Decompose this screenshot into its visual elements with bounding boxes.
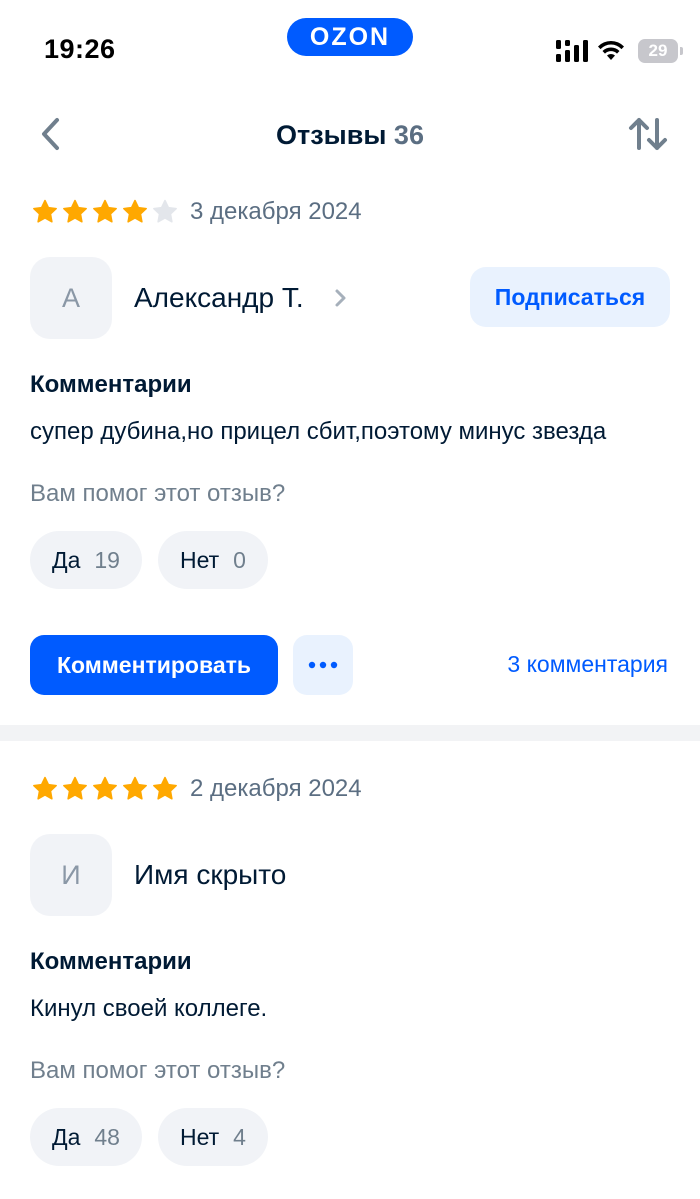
page-title-text: Отзывы: [276, 120, 387, 150]
author-name[interactable]: Александр Т.: [134, 282, 304, 314]
rating-row: 3 декабря 2024: [32, 197, 362, 227]
battery-tip: [680, 47, 683, 55]
author-name: Имя скрыто: [134, 859, 287, 890]
vote-yes-label: Да: [52, 546, 81, 573]
ozon-logo[interactable]: OZON: [287, 18, 413, 56]
vote-yes-button[interactable]: Да 19: [30, 531, 142, 589]
vote-yes-button[interactable]: Да 48: [30, 1108, 142, 1166]
vote-row: Да 19 Нет 0: [30, 531, 268, 589]
vote-yes-label: Да: [52, 1123, 81, 1150]
review-actions: Комментировать 3 комментария: [30, 635, 670, 695]
avatar[interactable]: А: [30, 257, 112, 339]
more-dots-icon: [308, 661, 338, 669]
author-row: А Александр Т. Подписаться: [30, 257, 670, 339]
comment-section-label: Комментарии: [30, 371, 192, 398]
page-header: Отзывы 36: [0, 100, 700, 170]
battery-indicator: 29: [638, 39, 678, 63]
wifi-icon: [598, 40, 624, 60]
chevron-right-icon[interactable]: [330, 285, 350, 311]
rating-row: 2 декабря 2024: [32, 774, 362, 804]
avatar: И: [30, 834, 112, 916]
star-filled-icon: [153, 776, 177, 800]
review-date: 2 декабря 2024: [190, 775, 362, 802]
review-date: 3 декабря 2024: [190, 198, 362, 225]
comment-section-label: Комментарии: [30, 948, 192, 975]
vote-no-label: Нет: [179, 1123, 220, 1150]
review-divider: [0, 725, 700, 741]
helpful-question: Вам помог этот отзыв?: [30, 480, 286, 507]
rating-stars: [32, 776, 178, 802]
author-row: И Имя скрыто: [30, 834, 670, 916]
reviews-count: 36: [393, 120, 424, 150]
vote-row: Да 48 Нет 4: [30, 1108, 268, 1166]
helpful-question: Вам помог этот отзыв?: [30, 1057, 286, 1084]
comment-button[interactable]: Комментировать: [30, 635, 278, 695]
vote-no-count: 0: [233, 546, 246, 573]
more-options-button[interactable]: [293, 635, 353, 695]
star-filled-icon: [63, 199, 87, 223]
subscribe-button[interactable]: Подписаться: [470, 267, 670, 327]
star-empty-icon: [153, 199, 177, 223]
star-filled-icon: [93, 199, 117, 223]
vote-no-button[interactable]: Нет 0: [157, 531, 268, 589]
star-filled-icon: [33, 776, 57, 800]
star-filled-icon: [63, 776, 87, 800]
review-comment: супер дубина,но прицел сбит,поэтому мину…: [30, 418, 607, 445]
status-time: 19:26: [44, 34, 116, 64]
review-comment: Кинул своей коллеге.: [30, 995, 268, 1022]
vote-yes-count: 19: [94, 546, 120, 573]
star-filled-icon: [123, 199, 147, 223]
cellular-signal-icon: [556, 40, 588, 62]
page-title: Отзывы 36: [0, 120, 700, 151]
star-filled-icon: [123, 776, 147, 800]
vote-no-button[interactable]: Нет 4: [157, 1108, 268, 1166]
vote-no-count: 4: [233, 1123, 246, 1150]
comments-link[interactable]: 3 комментария: [507, 651, 668, 678]
vote-no-label: Нет: [179, 546, 220, 573]
vote-yes-count: 48: [94, 1123, 120, 1150]
star-filled-icon: [33, 199, 57, 223]
star-filled-icon: [93, 776, 117, 800]
status-bar: 19:26 OZON 29: [0, 0, 700, 100]
rating-stars: [32, 199, 178, 225]
sort-arrows-icon[interactable]: [626, 114, 670, 154]
